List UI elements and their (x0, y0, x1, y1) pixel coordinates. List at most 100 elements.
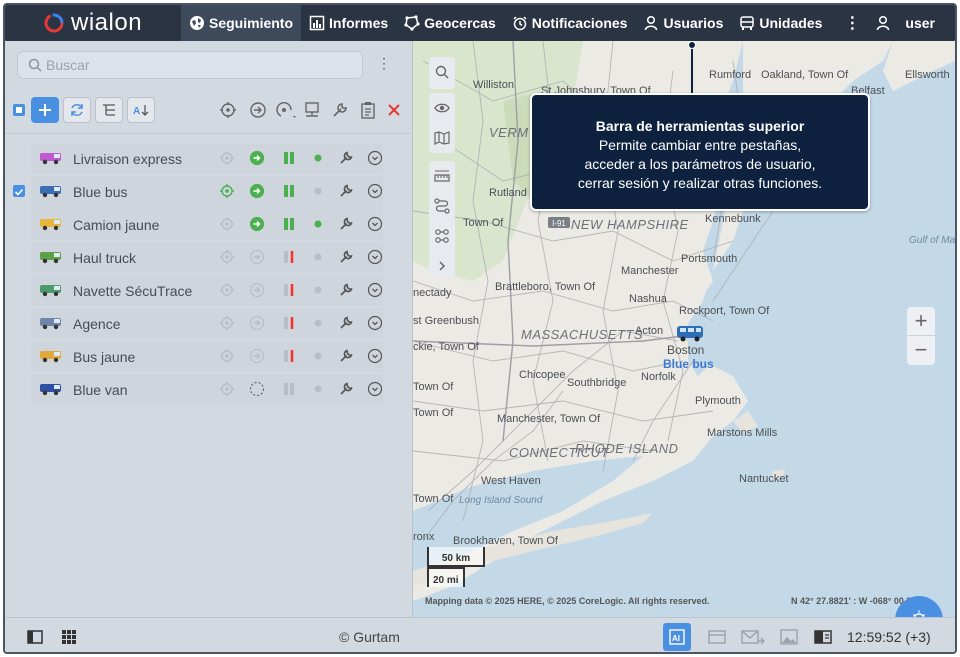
expand-tools-button[interactable] (429, 251, 455, 281)
unit-row[interactable]: Bus jaune (31, 341, 383, 372)
wrench-icon[interactable] (338, 150, 354, 166)
motion-state-icon[interactable] (281, 381, 297, 397)
wialon-logo[interactable]: wialon (5, 5, 181, 41)
locate-icon[interactable] (219, 150, 235, 166)
tab-geocercas[interactable]: Geocercas (396, 5, 504, 41)
track-icon[interactable] (275, 100, 299, 120)
tab-unidades[interactable]: Unidades (731, 5, 830, 41)
panel-layout-icon[interactable] (813, 627, 833, 647)
motion-state-icon[interactable] (281, 315, 297, 331)
command-icon[interactable] (249, 101, 267, 119)
chevron-down-circle-icon[interactable] (367, 315, 383, 331)
visibility-tool[interactable] (429, 93, 455, 123)
ai-assistant-button[interactable]: AI (663, 623, 691, 651)
locate-icon[interactable] (219, 282, 235, 298)
apps-grid-icon[interactable] (59, 627, 79, 647)
more-menu-icon[interactable]: ⋮ (837, 13, 867, 33)
wrench-icon[interactable] (338, 282, 354, 298)
command-icon[interactable] (249, 282, 265, 298)
map-label: Oakland, Town Of (761, 69, 849, 81)
command-icon[interactable] (249, 348, 265, 364)
wrench-icon[interactable] (338, 216, 354, 232)
sort-button[interactable]: A (127, 97, 155, 123)
locate-icon[interactable] (219, 216, 235, 232)
toggle-panel-icon[interactable] (25, 627, 45, 647)
map-label: Williston (473, 79, 514, 91)
user-menu[interactable]: user (867, 15, 955, 31)
search-input[interactable]: Buscar (17, 51, 363, 79)
route-tool[interactable] (429, 191, 455, 221)
command-icon[interactable] (249, 315, 265, 331)
refresh-button[interactable] (63, 97, 91, 123)
chevron-down-circle-icon[interactable] (367, 249, 383, 265)
vehicle-icon (40, 384, 61, 396)
chevron-down-circle-icon[interactable] (367, 216, 383, 232)
locate-icon[interactable] (219, 249, 235, 265)
send-mail-icon[interactable] (741, 627, 765, 647)
chevron-down-circle-icon[interactable] (367, 183, 383, 199)
wrench-icon[interactable] (331, 101, 349, 119)
unit-row[interactable]: Blue bus (31, 176, 383, 207)
command-icon[interactable] (249, 381, 265, 397)
image-icon[interactable] (779, 627, 799, 647)
wrench-icon[interactable] (338, 348, 354, 364)
map-layer-tool[interactable] (429, 123, 455, 153)
delete-icon[interactable] (387, 103, 401, 117)
map-label: Brookhaven, Town Of (453, 535, 558, 547)
map-search-tool[interactable] (429, 57, 455, 89)
tab-notificaciones[interactable]: Notificaciones (504, 5, 636, 41)
locate-icon[interactable] (219, 315, 235, 331)
wrench-icon[interactable] (338, 183, 354, 199)
motion-state-icon[interactable] (281, 282, 297, 298)
add-unit-button[interactable] (31, 97, 59, 123)
tab-informes[interactable]: Informes (301, 5, 396, 41)
unit-row[interactable]: Haul truck (31, 242, 383, 273)
tab-usuarios[interactable]: Usuarios (635, 5, 731, 41)
clipboard-icon[interactable] (359, 101, 377, 119)
command-icon[interactable] (249, 216, 265, 232)
wrench-icon[interactable] (338, 315, 354, 331)
chevron-down-circle-icon[interactable] (367, 150, 383, 166)
unit-row[interactable]: Blue van (31, 374, 383, 405)
motion-state-icon[interactable] (281, 183, 297, 199)
connection-status-icon (314, 319, 322, 327)
monitor-icon[interactable] (303, 101, 321, 119)
unit-row[interactable]: Navette SécuTrace (31, 275, 383, 306)
unit-checkbox[interactable] (13, 185, 25, 197)
unit-name: Bus jaune (73, 348, 136, 365)
motion-state-icon[interactable] (281, 249, 297, 265)
state-label: VERM (489, 125, 529, 140)
locate-icon[interactable] (219, 381, 235, 397)
unit-row[interactable]: Camion jaune (31, 209, 383, 240)
panel-menu-icon[interactable]: ⋮ (377, 55, 391, 72)
motion-state-icon[interactable] (281, 216, 297, 232)
messages-icon[interactable] (707, 627, 727, 647)
nearby-units-tool[interactable] (429, 221, 455, 251)
command-icon[interactable] (249, 183, 265, 199)
unit-name: Navette SécuTrace (73, 282, 193, 299)
scale-mi: 20 mi (427, 567, 465, 587)
select-all-checkbox[interactable] (13, 104, 25, 116)
locate-all-icon[interactable] (219, 101, 237, 119)
tab-seguimiento[interactable]: Seguimiento (181, 5, 302, 41)
zoom-out-button[interactable]: − (907, 335, 935, 364)
locate-icon[interactable] (219, 183, 235, 199)
map-label: Town Of (413, 381, 454, 393)
motion-state-icon[interactable] (281, 150, 297, 166)
motion-state-icon[interactable] (281, 348, 297, 364)
group-button[interactable] (95, 97, 123, 123)
wrench-icon[interactable] (338, 381, 354, 397)
unit-row[interactable]: Livraison express (31, 143, 383, 174)
zoom-in-button[interactable]: + (907, 307, 935, 335)
chevron-down-circle-icon[interactable] (367, 381, 383, 397)
zoom-control: + − (907, 307, 935, 365)
ruler-tool[interactable] (429, 161, 455, 191)
chevron-down-circle-icon[interactable] (367, 348, 383, 364)
command-icon[interactable] (249, 249, 265, 265)
locate-icon[interactable] (219, 348, 235, 364)
unit-row[interactable]: Agence (31, 308, 383, 339)
chevron-down-circle-icon[interactable] (367, 282, 383, 298)
blue-bus-marker[interactable] (675, 323, 705, 343)
command-icon[interactable] (249, 150, 265, 166)
wrench-icon[interactable] (338, 249, 354, 265)
